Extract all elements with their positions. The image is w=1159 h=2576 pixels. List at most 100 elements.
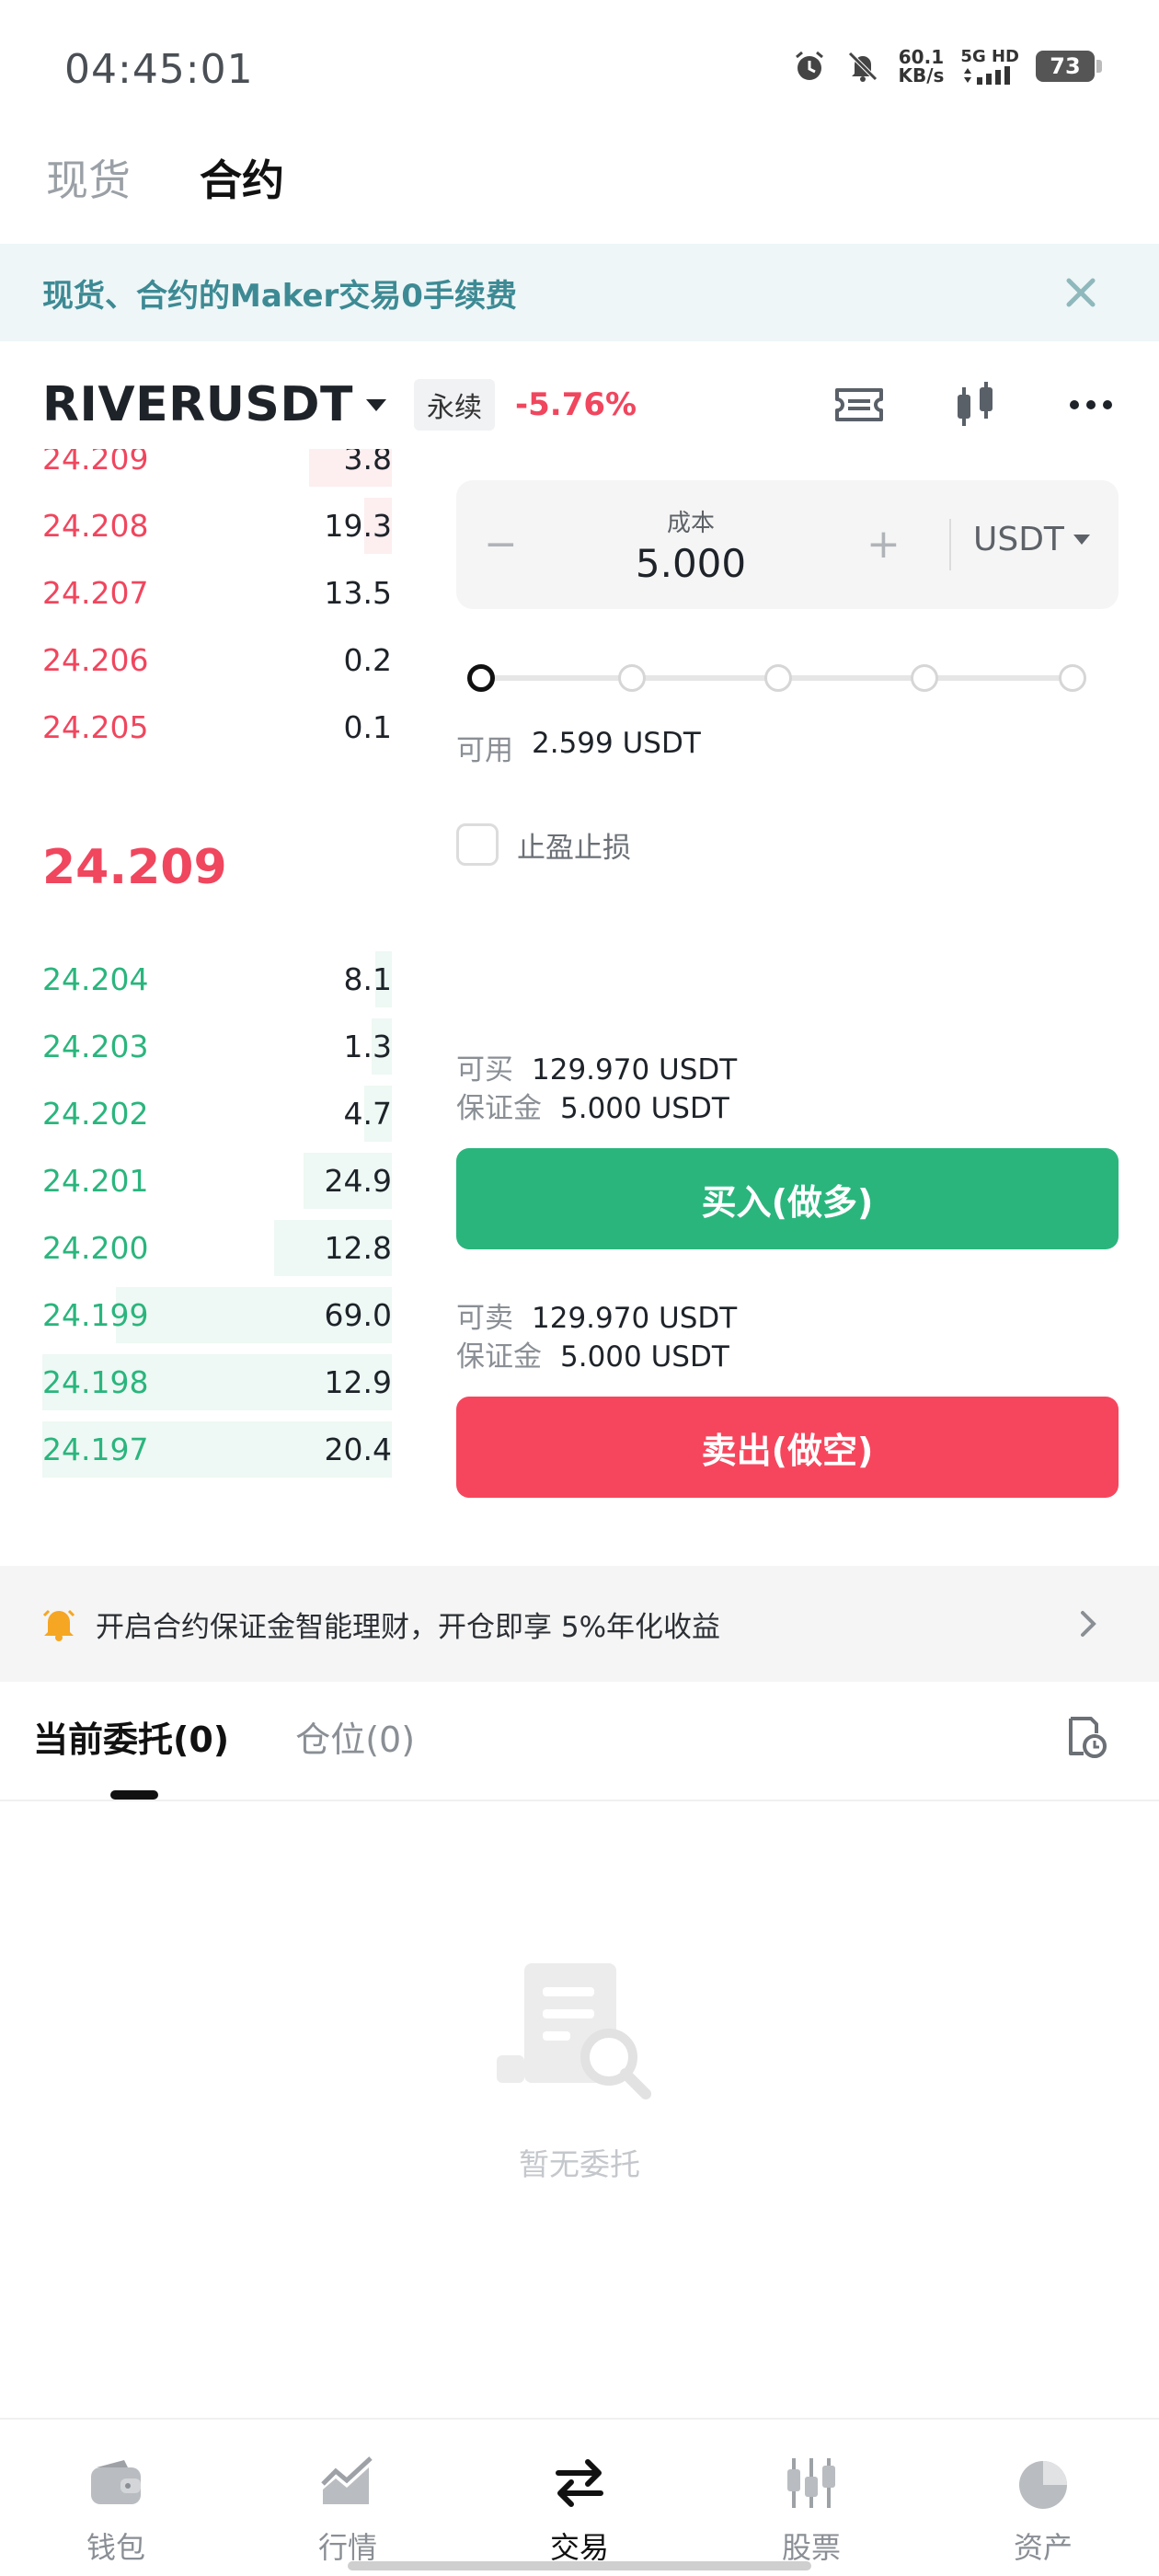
bell-icon: [42, 1609, 75, 1641]
available-balance: 可用 2.599 USDT: [456, 727, 1119, 768]
order-form: − 成本 5.000 + USDT 可用 2.599 USDT 止盈止损 可买 1…: [456, 480, 1119, 1498]
ask-row[interactable]: 24.205 0.1: [42, 694, 392, 761]
cost-input[interactable]: − 成本 5.000 + USDT: [456, 480, 1119, 609]
cost-label: 成本: [666, 510, 715, 537]
ask-row[interactable]: 24.207 13.5: [42, 559, 392, 627]
bid-price: 24.204: [42, 961, 149, 997]
ask-row[interactable]: 24.206 0.2: [42, 627, 392, 694]
buy-margin-label: 保证金: [456, 1092, 542, 1125]
bid-row[interactable]: 24.200 12.8: [42, 1214, 392, 1282]
bid-price: 24.203: [42, 1029, 149, 1064]
tab-futures[interactable]: 合约: [200, 147, 284, 208]
active-tab-indicator: [110, 1790, 158, 1800]
nav-stocks[interactable]: 股票: [695, 2420, 927, 2576]
stocks-icon: [787, 2458, 835, 2508]
increase-button[interactable]: +: [866, 521, 901, 568]
cost-value[interactable]: 5.000: [456, 541, 925, 586]
available-value: 2.599 USDT: [532, 727, 701, 760]
ask-quantity: 19.3: [324, 508, 392, 544]
bid-quantity: 12.9: [324, 1364, 392, 1400]
max-sell-label: 可卖: [456, 1302, 513, 1335]
tpsl-label: 止盈止损: [517, 831, 631, 865]
assets-pie-icon: [1019, 2461, 1067, 2509]
bid-row[interactable]: 24.199 69.0: [42, 1282, 392, 1349]
slider-stop-25[interactable]: [618, 664, 646, 692]
slider-stop-0[interactable]: [467, 664, 495, 692]
tpsl-checkbox[interactable]: [456, 823, 499, 866]
unit-select[interactable]: USDT: [973, 521, 1090, 558]
bid-row[interactable]: 24.198 12.9: [42, 1349, 392, 1416]
network-type: 5G HD: [960, 47, 1019, 66]
bid-price: 24.200: [42, 1230, 149, 1266]
earn-promo-banner[interactable]: 开启合约保证金智能理财，开仓即享 5%年化收益: [0, 1566, 1159, 1682]
status-bar: 04:45:01 60.1 KB/s 5G HD 73: [0, 0, 1159, 138]
order-book: 24.209 3.8 24.208 19.3 24.207 13.5 24.206 0.…: [42, 449, 392, 1483]
bid-quantity: 1.3: [343, 1029, 392, 1064]
ask-row[interactable]: 24.209 3.8: [42, 449, 392, 492]
slider-stop-50[interactable]: [764, 664, 792, 692]
bid-quantity: 12.8: [324, 1230, 392, 1266]
bid-row[interactable]: 24.197 20.4: [42, 1416, 392, 1483]
order-history-icon[interactable]: [1061, 1713, 1109, 1761]
bid-price: 24.199: [42, 1297, 149, 1333]
coupon-icon[interactable]: [832, 377, 887, 432]
fee-banner[interactable]: 现货、合约的Maker交易0手续费: [0, 244, 1159, 341]
nav-label: 钱包: [86, 2530, 145, 2565]
network-speed-value: 60.1: [898, 46, 945, 68]
available-label: 可用: [456, 734, 513, 767]
network-speed-unit: KB/s: [898, 64, 945, 86]
slider-stop-100[interactable]: [1059, 664, 1086, 692]
bid-row[interactable]: 24.204 8.1: [42, 946, 392, 1013]
bid-row[interactable]: 24.203 1.3: [42, 1013, 392, 1080]
nav-market[interactable]: 行情: [232, 2420, 464, 2576]
tpsl-toggle[interactable]: 止盈止损: [456, 823, 1119, 866]
nav-wallet[interactable]: 钱包: [0, 2420, 232, 2576]
price-change: -5.76%: [515, 386, 637, 423]
tab-positions[interactable]: 仓位(0): [295, 1711, 415, 1762]
pair-header: RIVERUSDT 永续 -5.76%: [42, 368, 1119, 442]
pair-symbol[interactable]: RIVERUSDT: [42, 377, 353, 432]
candlestick-chart-icon[interactable]: [947, 377, 1003, 432]
market-icon: [321, 2456, 373, 2504]
signal-group: 5G HD: [960, 48, 1019, 85]
amount-slider[interactable]: [456, 650, 1119, 705]
slider-stop-75[interactable]: [911, 664, 938, 692]
sell-margin-value: 5.000 USDT: [560, 1340, 729, 1374]
ask-row[interactable]: 24.208 19.3: [42, 492, 392, 559]
tab-spot[interactable]: 现货: [46, 147, 131, 208]
sell-margin-label: 保证金: [456, 1340, 542, 1374]
bid-quantity: 69.0: [324, 1297, 392, 1333]
empty-state-text: 暂无委托: [519, 2146, 640, 2182]
ask-quantity: 3.8: [343, 449, 392, 477]
wallet-icon: [91, 2460, 141, 2504]
bid-quantity: 24.9: [324, 1163, 392, 1199]
nav-assets[interactable]: 资产: [927, 2420, 1159, 2576]
buy-long-button[interactable]: 买入(做多): [456, 1148, 1119, 1249]
bid-row[interactable]: 24.201 24.9: [42, 1147, 392, 1214]
sell-short-button[interactable]: 卖出(做空): [456, 1397, 1119, 1498]
nav-trade[interactable]: 交易: [464, 2420, 695, 2576]
home-indicator[interactable]: [348, 2561, 811, 2570]
ask-quantity: 13.5: [324, 575, 392, 611]
more-options-icon[interactable]: [1063, 377, 1119, 432]
tab-open-orders[interactable]: 当前委托(0): [33, 1711, 229, 1762]
ask-price: 24.206: [42, 642, 149, 678]
ask-price: 24.209: [42, 449, 149, 477]
bid-price: 24.201: [42, 1163, 149, 1199]
promo-text: 开启合约保证金智能理财，开仓即享 5%年化收益: [96, 1610, 721, 1644]
trade-icon: [556, 2459, 603, 2507]
ask-price: 24.208: [42, 508, 149, 544]
bottom-navigation: 钱包 行情 交易 股票 资产: [0, 2418, 1159, 2576]
close-icon[interactable]: [1060, 271, 1102, 314]
status-icons: 60.1 KB/s 5G HD 73: [791, 48, 1102, 85]
orders-tabs: 当前委托(0) 仓位(0): [33, 1711, 415, 1762]
max-sell-value: 129.970 USDT: [532, 1302, 738, 1335]
unit-label: USDT: [973, 521, 1064, 558]
sell-info: 可卖 129.970 USDT 保证金 5.000 USDT: [456, 1299, 737, 1376]
buy-info: 可买 129.970 USDT 保证金 5.000 USDT: [456, 1051, 737, 1128]
network-speed: 60.1 KB/s: [898, 48, 944, 85]
max-buy-label: 可买: [456, 1053, 513, 1087]
bid-row[interactable]: 24.202 4.7: [42, 1080, 392, 1147]
bid-quantity: 8.1: [343, 961, 392, 997]
pair-dropdown-icon[interactable]: [366, 398, 387, 411]
